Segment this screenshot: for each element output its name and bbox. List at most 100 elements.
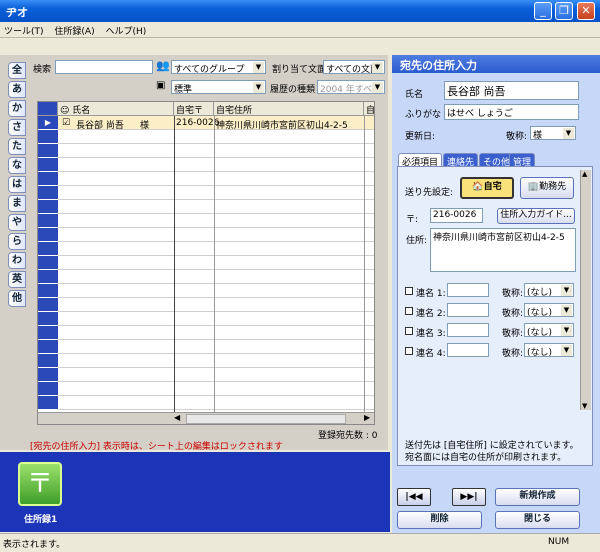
table-row[interactable] — [38, 340, 374, 354]
joint-2-checkbox[interactable] — [405, 307, 413, 315]
search-input[interactable] — [55, 60, 153, 74]
addressbook-label[interactable]: 住所録1 — [24, 512, 57, 525]
tab-wa[interactable]: わ — [8, 252, 26, 269]
table-row[interactable] — [38, 256, 374, 270]
tab-all[interactable]: 全 — [8, 62, 26, 79]
table-row[interactable] — [38, 298, 374, 312]
tab-eng[interactable]: 英 — [8, 271, 26, 288]
building-icon: 🏢 — [527, 182, 540, 192]
horizontal-scrollbar[interactable]: ◀ ▶ — [38, 412, 374, 424]
address-grid[interactable]: ☺ 氏名 自宅〒 自宅住所 自 ▶ ☑ 長谷部 尚吾 様 216-0026 神奈川県川崎市… — [37, 101, 375, 425]
address-input[interactable]: 神奈川県川崎市宮前区初山4-2-5 — [430, 228, 576, 272]
table-row[interactable] — [38, 158, 374, 172]
table-row[interactable] — [38, 200, 374, 214]
joint-3-checkbox[interactable] — [405, 327, 413, 335]
tab-ma[interactable]: ま — [8, 195, 26, 212]
honor-select[interactable]: 様 — [530, 126, 576, 141]
table-row[interactable] — [38, 214, 374, 228]
menu-addressbook[interactable]: 住所録(A) — [54, 27, 94, 37]
first-prev-button[interactable]: |◀◀ — [397, 488, 431, 506]
menu-bar: ツール(T) 住所録(A) ヘルプ(H) — [0, 22, 600, 38]
group-select[interactable]: すべてのグループ — [171, 60, 266, 75]
joint-1-input[interactable] — [447, 283, 489, 297]
header-zip[interactable]: 自宅〒 — [174, 102, 214, 116]
addressbook-icon[interactable]: 〒 — [18, 462, 62, 506]
minimize-button[interactable]: _ — [534, 2, 552, 20]
tab-contact[interactable]: 連絡先 — [443, 153, 479, 168]
table-row[interactable] — [38, 396, 374, 410]
joint-1-label: 連名 1: — [416, 289, 446, 299]
address-guide-button[interactable]: 住所入力ガイド... — [497, 208, 575, 224]
joint-4-honor[interactable]: (なし) — [524, 343, 574, 358]
joint-4-honor-label: 敬称: — [502, 349, 524, 359]
joint-4-checkbox[interactable] — [405, 347, 413, 355]
tab-required[interactable]: 必須項目 — [398, 153, 443, 168]
table-row[interactable] — [38, 368, 374, 382]
new-button[interactable]: 新規作成 — [495, 488, 580, 506]
furigana-label: ふりがな — [405, 110, 442, 120]
status-bar: 表示されます。 NUM — [0, 533, 600, 552]
table-row[interactable] — [38, 284, 374, 298]
header-name[interactable]: ☺ 氏名 — [58, 102, 174, 116]
joint-4-input[interactable] — [447, 343, 489, 357]
table-row[interactable]: ▶ ☑ 長谷部 尚吾 様 216-0026 神奈川県川崎市宮前区初山4-2-5 — [38, 116, 374, 131]
row-zip: 216-0026 — [176, 118, 220, 128]
table-row[interactable] — [38, 382, 374, 396]
tab-other[interactable]: 他 — [8, 290, 26, 307]
row-check-icon[interactable]: ☑ — [62, 118, 70, 128]
joint-2-honor[interactable]: (なし) — [524, 303, 574, 318]
tab-ya[interactable]: や — [8, 214, 26, 231]
joint-1-honor[interactable]: (なし) — [524, 283, 574, 298]
furigana-input[interactable]: はせべ しょうご — [444, 104, 579, 120]
history-select[interactable]: 2004 年すべて — [317, 80, 385, 95]
close-dialog-button[interactable]: 閉じる — [495, 511, 580, 529]
table-row[interactable] — [38, 312, 374, 326]
table-row[interactable] — [38, 270, 374, 284]
header-address[interactable]: 自宅住所 — [214, 102, 364, 116]
tab-manage[interactable]: 管理 — [509, 153, 536, 168]
delete-button[interactable]: 削除 — [397, 511, 482, 529]
table-row[interactable] — [38, 354, 374, 368]
joint-3-input[interactable] — [447, 323, 489, 337]
joint-1-checkbox[interactable] — [405, 287, 413, 295]
table-row[interactable] — [38, 130, 374, 144]
table-row[interactable] — [38, 326, 374, 340]
info-text: 送付先は [自宅住所] に設定されています。宛名面には自宅の住所が印刷されます。 — [405, 441, 579, 463]
view-select[interactable]: 標準 — [171, 80, 266, 95]
close-button[interactable]: ✕ — [577, 2, 595, 20]
table-row[interactable] — [38, 172, 374, 186]
history-label: 履歴の種類 — [270, 85, 316, 95]
table-row[interactable] — [38, 144, 374, 158]
house-icon: 🏠 — [472, 182, 484, 192]
maximize-button[interactable]: ❐ — [555, 2, 573, 20]
tab-ha[interactable]: は — [8, 176, 26, 193]
joint-3-honor[interactable]: (なし) — [524, 323, 574, 338]
honor-label: 敬称: — [506, 132, 528, 142]
table-row[interactable] — [38, 228, 374, 242]
menu-tools[interactable]: ツール(T) — [4, 27, 44, 37]
tab-a[interactable]: あ — [8, 81, 26, 98]
home-button[interactable]: 🏠自宅 — [460, 177, 514, 199]
joint-2-input[interactable] — [447, 303, 489, 317]
num-indicator: NUM — [548, 537, 570, 547]
title-bar: ヂオ — [0, 0, 600, 22]
joint-4-label: 連名 4: — [416, 349, 446, 359]
table-row[interactable] — [38, 186, 374, 200]
header-extra[interactable]: 自 — [364, 102, 374, 116]
work-button[interactable]: 🏢勤務先 — [520, 177, 574, 199]
tab-ra[interactable]: ら — [8, 233, 26, 250]
tab-ka[interactable]: か — [8, 100, 26, 117]
menu-help[interactable]: ヘルプ(H) — [105, 27, 146, 37]
status-text: 表示されます。 — [3, 540, 66, 550]
tab-na[interactable]: な — [8, 157, 26, 174]
zip-input[interactable]: 216-0026 — [430, 208, 483, 223]
vertical-scrollbar[interactable]: ▲ ▼ — [580, 170, 591, 410]
assign-select[interactable]: すべての文面 — [323, 60, 385, 75]
name-input[interactable]: 長谷部 尚吾 — [444, 81, 579, 100]
table-row[interactable] — [38, 242, 374, 256]
tab-sa[interactable]: さ — [8, 119, 26, 136]
joint-2-label: 連名 2: — [416, 309, 446, 319]
next-last-button[interactable]: ▶▶| — [452, 488, 486, 506]
name-label: 氏名 — [405, 90, 424, 100]
tab-ta[interactable]: た — [8, 138, 26, 155]
